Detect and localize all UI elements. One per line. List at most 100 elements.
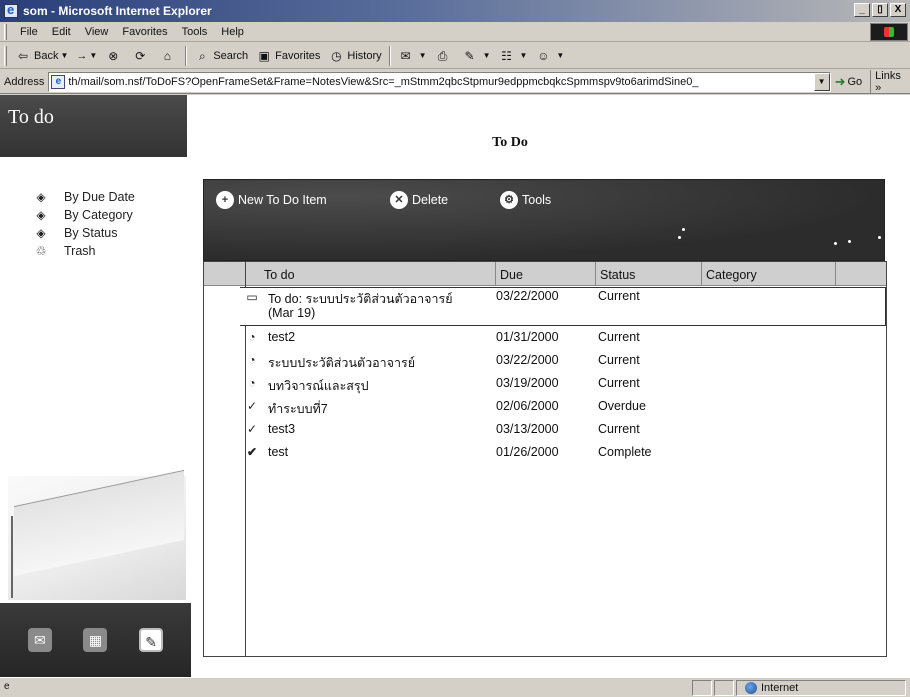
clock-icon: ◔ (248, 330, 256, 344)
go-button[interactable]: ➜ Go (835, 74, 863, 90)
table-row[interactable]: ◔ test2 01/31/2000 Current (240, 330, 886, 348)
go-arrow-icon: ➜ (834, 73, 846, 89)
messenger-dropdown-icon[interactable]: ▼ (556, 51, 564, 60)
toolbar-grip (4, 45, 7, 66)
nav-item-label: Trash (64, 244, 96, 258)
favorites-button[interactable]: ▣ Favorites (252, 45, 324, 67)
new-todo-button[interactable]: + New To Do Item (216, 191, 327, 209)
address-bar: Address e th/mail/som.nsf/ToDoFS?OpenFra… (0, 69, 910, 94)
close-button[interactable]: X (890, 3, 906, 17)
back-dropdown-icon[interactable]: ▼ (60, 51, 68, 60)
menu-view[interactable]: View (78, 26, 116, 38)
checkmark-icon: ✔ (246, 445, 258, 459)
stop-button[interactable]: ⊗ (101, 45, 128, 67)
todo-cell-line2: (Mar 19) (268, 306, 316, 320)
security-zone: Internet (736, 680, 906, 696)
trash-icon: ♲ (35, 244, 47, 258)
todo-app-icon[interactable]: ✎ (139, 628, 164, 652)
mail-button[interactable]: ✉ ▼ (394, 45, 431, 67)
decorative-sparkle (834, 242, 837, 245)
back-button[interactable]: ⇦ Back ▼ (11, 45, 72, 67)
forward-button[interactable]: → ▼ (72, 45, 101, 67)
column-header-category[interactable]: Category (702, 262, 836, 286)
column-header-status[interactable]: Status (596, 262, 702, 286)
column-header-todo[interactable]: To do (260, 262, 496, 286)
tools-button[interactable]: ⚙ Tools (500, 191, 551, 209)
discuss-dropdown-icon[interactable]: ▼ (520, 51, 528, 60)
links-button[interactable]: Links » (870, 69, 910, 94)
status-cell: Overdue (598, 399, 646, 413)
nav-item-by-category[interactable]: ◈ By Category (32, 206, 135, 224)
address-url[interactable]: th/mail/som.nsf/ToDoFS?OpenFrameSet&Fram… (68, 76, 698, 88)
todo-cell: test2 (268, 330, 296, 344)
calendar-app-icon[interactable]: ▦ (83, 628, 108, 652)
standard-toolbar: ⇦ Back ▼ → ▼ ⊗ ⟳ ⌂ ⌕ Search ▣ Favorites … (0, 43, 910, 69)
go-label: Go (847, 75, 863, 88)
menu-help[interactable]: Help (214, 26, 251, 38)
address-dropdown-icon[interactable]: ▼ (813, 72, 830, 91)
edit-icon: ✎ (464, 48, 475, 63)
mail-dropdown-icon[interactable]: ▼ (419, 51, 427, 60)
print-button[interactable]: ⎙ (431, 45, 458, 67)
delete-label: Delete (412, 193, 449, 207)
edit-dropdown-icon[interactable]: ▼ (483, 51, 491, 60)
table-row[interactable]: ◔ บทวิจารณ์และสรุป 03/19/2000 Current (240, 376, 886, 394)
mail-app-icon[interactable]: ✉ (27, 628, 52, 652)
tools-label: Tools (522, 193, 552, 207)
folder-icon: ▭ (246, 290, 258, 304)
status-pane (692, 680, 712, 696)
due-cell: 03/22/2000 (496, 353, 559, 367)
column-header-due[interactable]: Due (496, 262, 596, 286)
clock-icon: ◔ (248, 376, 256, 390)
due-cell: 03/22/2000 (496, 289, 559, 303)
discuss-icon: ☷ (501, 48, 512, 63)
address-input[interactable]: e th/mail/som.nsf/ToDoFS?OpenFrameSet&Fr… (48, 71, 831, 92)
view-icon: ◈ (36, 190, 46, 204)
clock-icon: ◔ (248, 353, 256, 367)
decorative-sparkle (848, 240, 851, 243)
view-icon: ◈ (36, 226, 46, 240)
history-button[interactable]: ◷ History (324, 45, 385, 67)
table-row[interactable]: ▭ To do: ระบบประวัติส่วนตัวอาจารย์ (Mar … (240, 287, 886, 326)
nav-item-trash[interactable]: ♲ Trash (32, 242, 135, 260)
table-row[interactable]: ✔ test 01/26/2000 Complete (240, 445, 886, 463)
nav-item-by-status[interactable]: ◈ By Status (32, 224, 135, 242)
todo-cell: ระบบประวัติส่วนตัวอาจารย์ (268, 356, 416, 370)
status-bar: e Internet (0, 677, 910, 697)
decorative-ramp (14, 469, 184, 577)
zone-label: Internet (761, 682, 799, 694)
history-icon: ◷ (331, 48, 342, 63)
delete-button[interactable]: ✕ Delete (390, 191, 448, 209)
menu-edit[interactable]: Edit (45, 26, 78, 38)
messenger-button[interactable]: ☺ ▼ (531, 45, 568, 67)
history-label: History (347, 49, 382, 62)
menu-file[interactable]: File (13, 26, 45, 38)
discuss-button[interactable]: ☷ ▼ (495, 45, 532, 67)
title-bar: som - Microsoft Internet Explorer _ ▯ X (0, 0, 910, 22)
nav-item-by-due-date[interactable]: ◈ By Due Date (32, 188, 135, 206)
refresh-icon: ⟳ (135, 48, 146, 63)
maximize-button[interactable]: ▯ (872, 3, 888, 17)
table-row[interactable]: ✓ ทำระบบที่7 02/06/2000 Overdue (240, 399, 886, 417)
refresh-button[interactable]: ⟳ (128, 45, 155, 67)
forward-dropdown-icon[interactable]: ▼ (89, 51, 97, 60)
table-row[interactable]: ✓ test3 03/13/2000 Current (240, 422, 886, 440)
menu-favorites[interactable]: Favorites (115, 26, 174, 38)
todo-cell: test (268, 445, 289, 459)
tools-icon: ⚙ (500, 191, 518, 209)
decorative-image (8, 469, 186, 600)
minimize-button[interactable]: _ (854, 3, 870, 17)
home-button[interactable]: ⌂ (155, 45, 182, 67)
windows-logo (870, 23, 908, 41)
search-button[interactable]: ⌕ Search (190, 45, 252, 67)
home-icon: ⌂ (163, 48, 171, 63)
table-row[interactable]: ◔ ระบบประวัติส่วนตัวอาจารย์ 03/22/2000 C… (240, 353, 886, 371)
print-icon: ⎙ (437, 48, 448, 63)
status-cell: Current (598, 422, 640, 436)
menu-tools[interactable]: Tools (175, 26, 215, 38)
forward-arrow-icon: → (76, 49, 88, 62)
due-cell: 03/13/2000 (496, 422, 559, 436)
edit-button[interactable]: ✎ ▼ (458, 45, 495, 67)
due-cell: 01/26/2000 (496, 445, 559, 459)
window-controls: _ ▯ X (854, 3, 906, 17)
